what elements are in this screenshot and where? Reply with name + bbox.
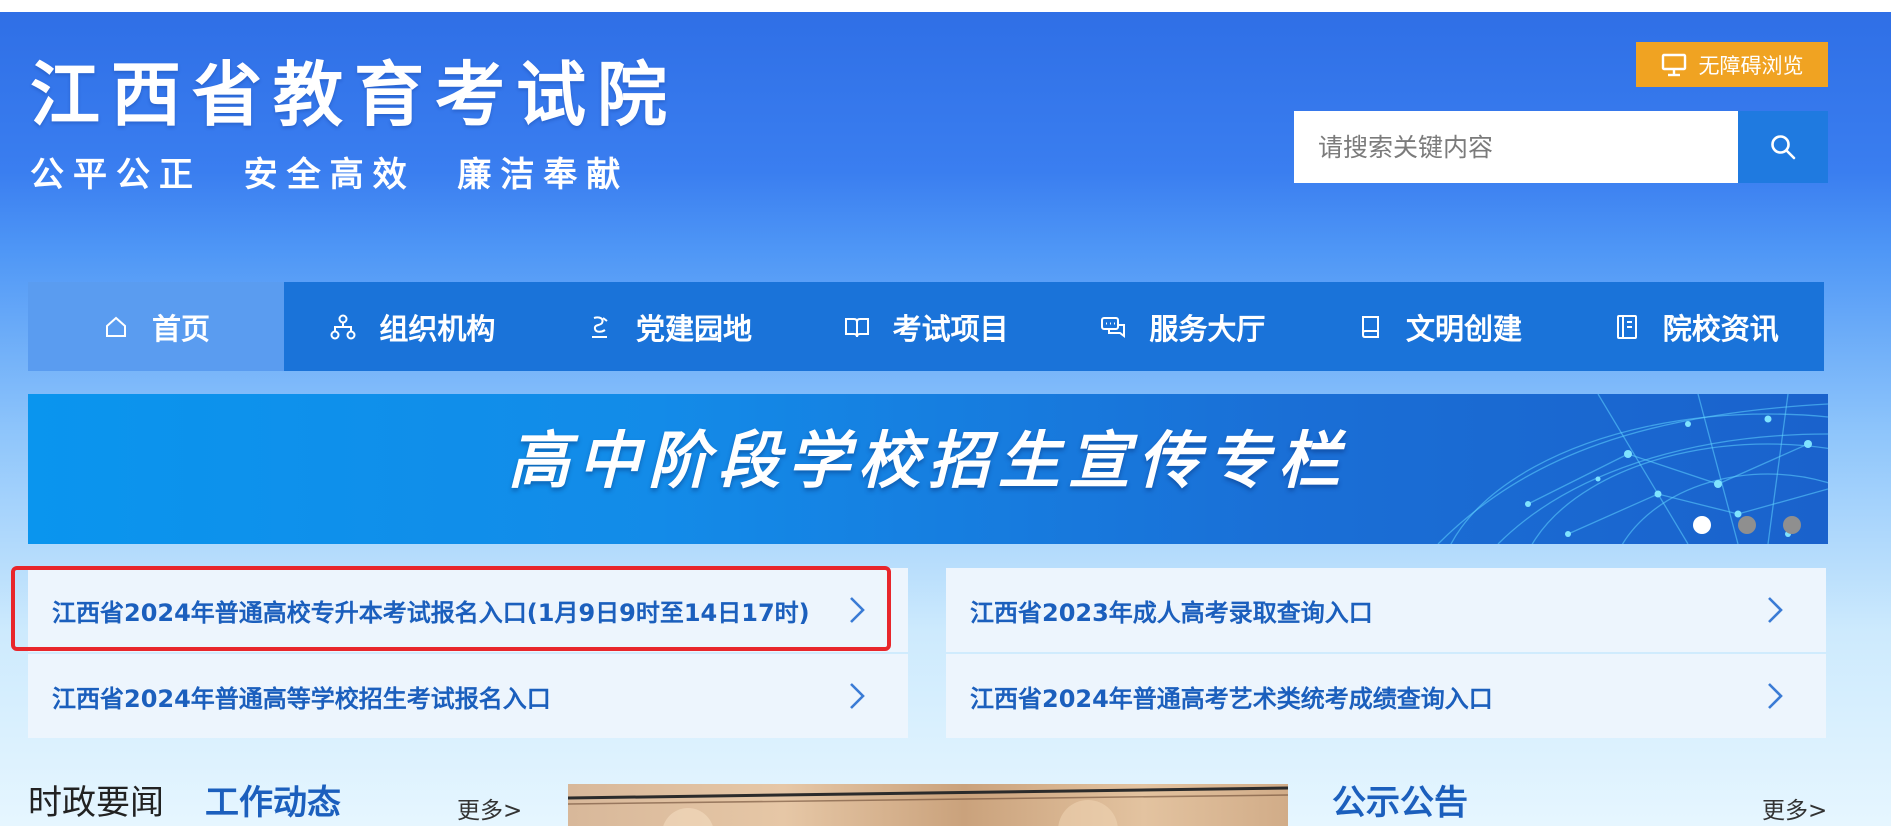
search-button[interactable] bbox=[1738, 111, 1828, 183]
quick-link-text: 江西省2024年普通高校专升本考试报名入口(1月9日9时至14日17时) bbox=[52, 598, 810, 627]
nav-label: 文明创建 bbox=[1406, 311, 1523, 346]
carousel-dot-2[interactable] bbox=[1738, 516, 1756, 534]
notebook-icon bbox=[1362, 315, 1380, 338]
org-structure-icon bbox=[330, 314, 356, 339]
nav-label: 服务大厅 bbox=[1149, 311, 1266, 346]
banner-title: 高中阶段学校招生宣传专栏 bbox=[507, 424, 1348, 497]
book-open-icon bbox=[844, 317, 869, 337]
search-input[interactable] bbox=[1294, 111, 1738, 183]
nav-label: 考试项目 bbox=[892, 311, 1009, 346]
quick-link-upgrade-exam-registration[interactable]: 江西省2024年普通高校专升本考试报名入口(1月9日9时至14日17时) bbox=[28, 568, 908, 652]
carousel-dot-3[interactable] bbox=[1783, 516, 1801, 534]
site-slogan: 公平公正 安全高效 廉洁奉献 bbox=[30, 155, 630, 195]
chevron-right-icon bbox=[850, 683, 865, 709]
accessibility-button[interactable]: 无障碍浏览 bbox=[1636, 42, 1828, 87]
quick-link-college-exam-registration[interactable]: 江西省2024年普通高等学校招生考试报名入口 bbox=[28, 654, 908, 738]
carousel-dot-1[interactable] bbox=[1693, 516, 1711, 534]
main-nav: 首页 组织机构 党建园地 考试项目 服务大厅 文明创建 院校资讯 bbox=[28, 282, 1824, 371]
chevron-right-icon bbox=[1768, 597, 1783, 623]
notice-more-link[interactable]: 更多> bbox=[1762, 800, 1827, 823]
quick-link-text: 江西省2024年普通高考艺术类统考成绩查询入口 bbox=[970, 684, 1493, 713]
news-image-detail bbox=[568, 786, 1288, 826]
chevron-right-icon bbox=[1768, 683, 1783, 709]
nav-item-school-news[interactable]: 院校资讯 bbox=[1567, 282, 1824, 371]
nav-item-civilization[interactable]: 文明创建 bbox=[1311, 282, 1568, 371]
notice-title[interactable]: 公示公告 bbox=[1332, 786, 1468, 820]
news-more-link[interactable]: 更多> bbox=[457, 800, 522, 823]
quick-link-art-exam-scores[interactable]: 江西省2024年普通高考艺术类统考成绩查询入口 bbox=[946, 654, 1826, 738]
nav-label: 院校资讯 bbox=[1662, 311, 1779, 346]
quick-link-adult-exam-admission[interactable]: 江西省2023年成人高考录取查询入口 bbox=[946, 568, 1826, 652]
chat-service-icon bbox=[1101, 316, 1126, 338]
tab-current-affairs[interactable]: 时政要闻 bbox=[28, 786, 164, 820]
nav-label: 首页 bbox=[151, 311, 210, 346]
tab-work-news[interactable]: 工作动态 bbox=[205, 786, 341, 820]
search-icon bbox=[1771, 135, 1796, 160]
promo-banner[interactable]: 高中阶段学校招生宣传专栏 bbox=[28, 394, 1828, 544]
quick-link-text: 江西省2024年普通高等学校招生考试报名入口 bbox=[52, 684, 551, 713]
nav-item-party-building[interactable]: 党建园地 bbox=[541, 282, 798, 371]
document-icon bbox=[1616, 314, 1637, 339]
monitor-icon bbox=[1661, 53, 1686, 76]
nav-item-service-hall[interactable]: 服务大厅 bbox=[1054, 282, 1311, 371]
party-building-icon bbox=[592, 315, 608, 338]
nav-item-exam-projects[interactable]: 考试项目 bbox=[797, 282, 1054, 371]
quick-link-text: 江西省2023年成人高考录取查询入口 bbox=[970, 598, 1373, 627]
news-image[interactable] bbox=[568, 784, 1288, 826]
page: 江西省教育考试院 公平公正 安全高效 廉洁奉献 无障碍浏览 首页 bbox=[0, 12, 1891, 826]
nav-label: 党建园地 bbox=[636, 311, 753, 346]
accessibility-label: 无障碍浏览 bbox=[1698, 53, 1804, 78]
site-title[interactable]: 江西省教育考试院 bbox=[30, 60, 678, 130]
chevron-right-icon bbox=[850, 597, 865, 623]
nav-label: 组织机构 bbox=[379, 311, 496, 346]
home-icon bbox=[105, 316, 126, 337]
nav-item-home[interactable]: 首页 bbox=[28, 282, 284, 371]
nav-item-organization[interactable]: 组织机构 bbox=[284, 282, 541, 371]
